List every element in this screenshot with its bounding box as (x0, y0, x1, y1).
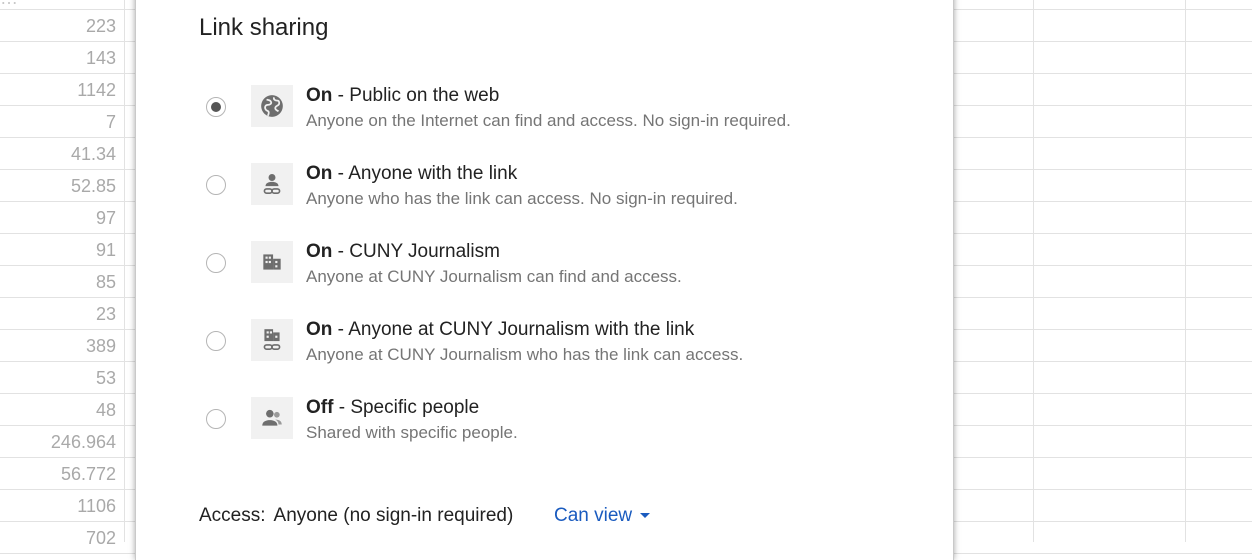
option-title: Off - Specific people (306, 397, 480, 418)
permission-dropdown[interactable]: Can view (554, 505, 651, 527)
radio-button-anyone-with-link[interactable] (206, 175, 226, 195)
people-icon (251, 397, 293, 439)
globe-icon (251, 85, 293, 127)
sheet-cell[interactable]: 48 (0, 394, 116, 426)
option-description: Anyone at CUNY Journalism can find and a… (306, 267, 682, 286)
radio-button-cuny-journalism-with-link[interactable] (206, 331, 226, 351)
option-description: Anyone on the Internet can find and acce… (306, 111, 791, 130)
person-link-icon (251, 163, 293, 205)
sheet-cell[interactable]: 1106 (0, 490, 116, 522)
sheet-cell[interactable]: 91 (0, 234, 116, 266)
domain-link-icon (251, 319, 293, 361)
option-description: Anyone who has the link can access. No s… (306, 189, 738, 208)
sheet-cell[interactable]: 41.34 (0, 138, 116, 170)
option-anyone-with-link[interactable]: On - Anyone with the link Anyone who has… (136, 163, 953, 233)
sheet-cell[interactable]: 56.772 (0, 458, 116, 490)
option-title: On - CUNY Journalism (306, 241, 500, 262)
option-cuny-journalism[interactable]: On - CUNY Journalism Anyone at CUNY Jour… (136, 241, 953, 311)
caret-down-icon (640, 513, 651, 519)
sheet-cell[interactable]: 389 (0, 330, 116, 362)
grid-column-line (1185, 0, 1186, 542)
sheet-cell[interactable]: 702 (0, 522, 116, 554)
sheet-cell[interactable]: 1142 (0, 74, 116, 106)
radio-button-specific-people[interactable] (206, 409, 226, 429)
option-title: On - Anyone with the link (306, 163, 518, 184)
option-description: Anyone at CUNY Journalism who has the li… (306, 345, 744, 364)
link-sharing-dialog: Link sharing On - Public on the web Anyo… (135, 0, 954, 560)
sheet-cell[interactable]: 246.964 (0, 426, 116, 458)
option-public-on-web[interactable]: On - Public on the web Anyone on the Int… (136, 85, 953, 155)
sheet-cell[interactable]: 85 (0, 266, 116, 298)
access-value: Anyone (no sign-in required) (273, 505, 514, 526)
sheet-cell[interactable]: 53 (0, 362, 116, 394)
option-cuny-journalism-with-link[interactable]: On - Anyone at CUNY Journalism with the … (136, 319, 953, 389)
permission-label: Can view (554, 505, 633, 526)
option-title: On - Public on the web (306, 85, 500, 106)
sheet-cell[interactable]: 223 (0, 10, 116, 42)
dialog-title: Link sharing (199, 14, 329, 41)
radio-button-public[interactable] (206, 97, 226, 117)
radio-button-cuny-journalism[interactable] (206, 253, 226, 273)
option-description: Shared with specific people. (306, 423, 518, 442)
grid-column-line (1033, 0, 1034, 542)
sheet-cell[interactable]: 97 (0, 202, 116, 234)
cut-off-header-cell: … (0, 0, 124, 4)
sheet-cell[interactable]: 143 (0, 42, 116, 74)
option-title: On - Anyone at CUNY Journalism with the … (306, 319, 695, 340)
grid-column-line (124, 0, 125, 542)
sheet-cell[interactable]: 23 (0, 298, 116, 330)
domain-icon (251, 241, 293, 283)
option-specific-people[interactable]: Off - Specific people Shared with specif… (136, 397, 953, 467)
access-label: Access: (199, 505, 266, 526)
sheet-cell[interactable]: 7 (0, 106, 116, 138)
sheet-cell[interactable]: 52.85 (0, 170, 116, 202)
access-row: Access: Anyone (no sign-in required) (199, 505, 513, 527)
